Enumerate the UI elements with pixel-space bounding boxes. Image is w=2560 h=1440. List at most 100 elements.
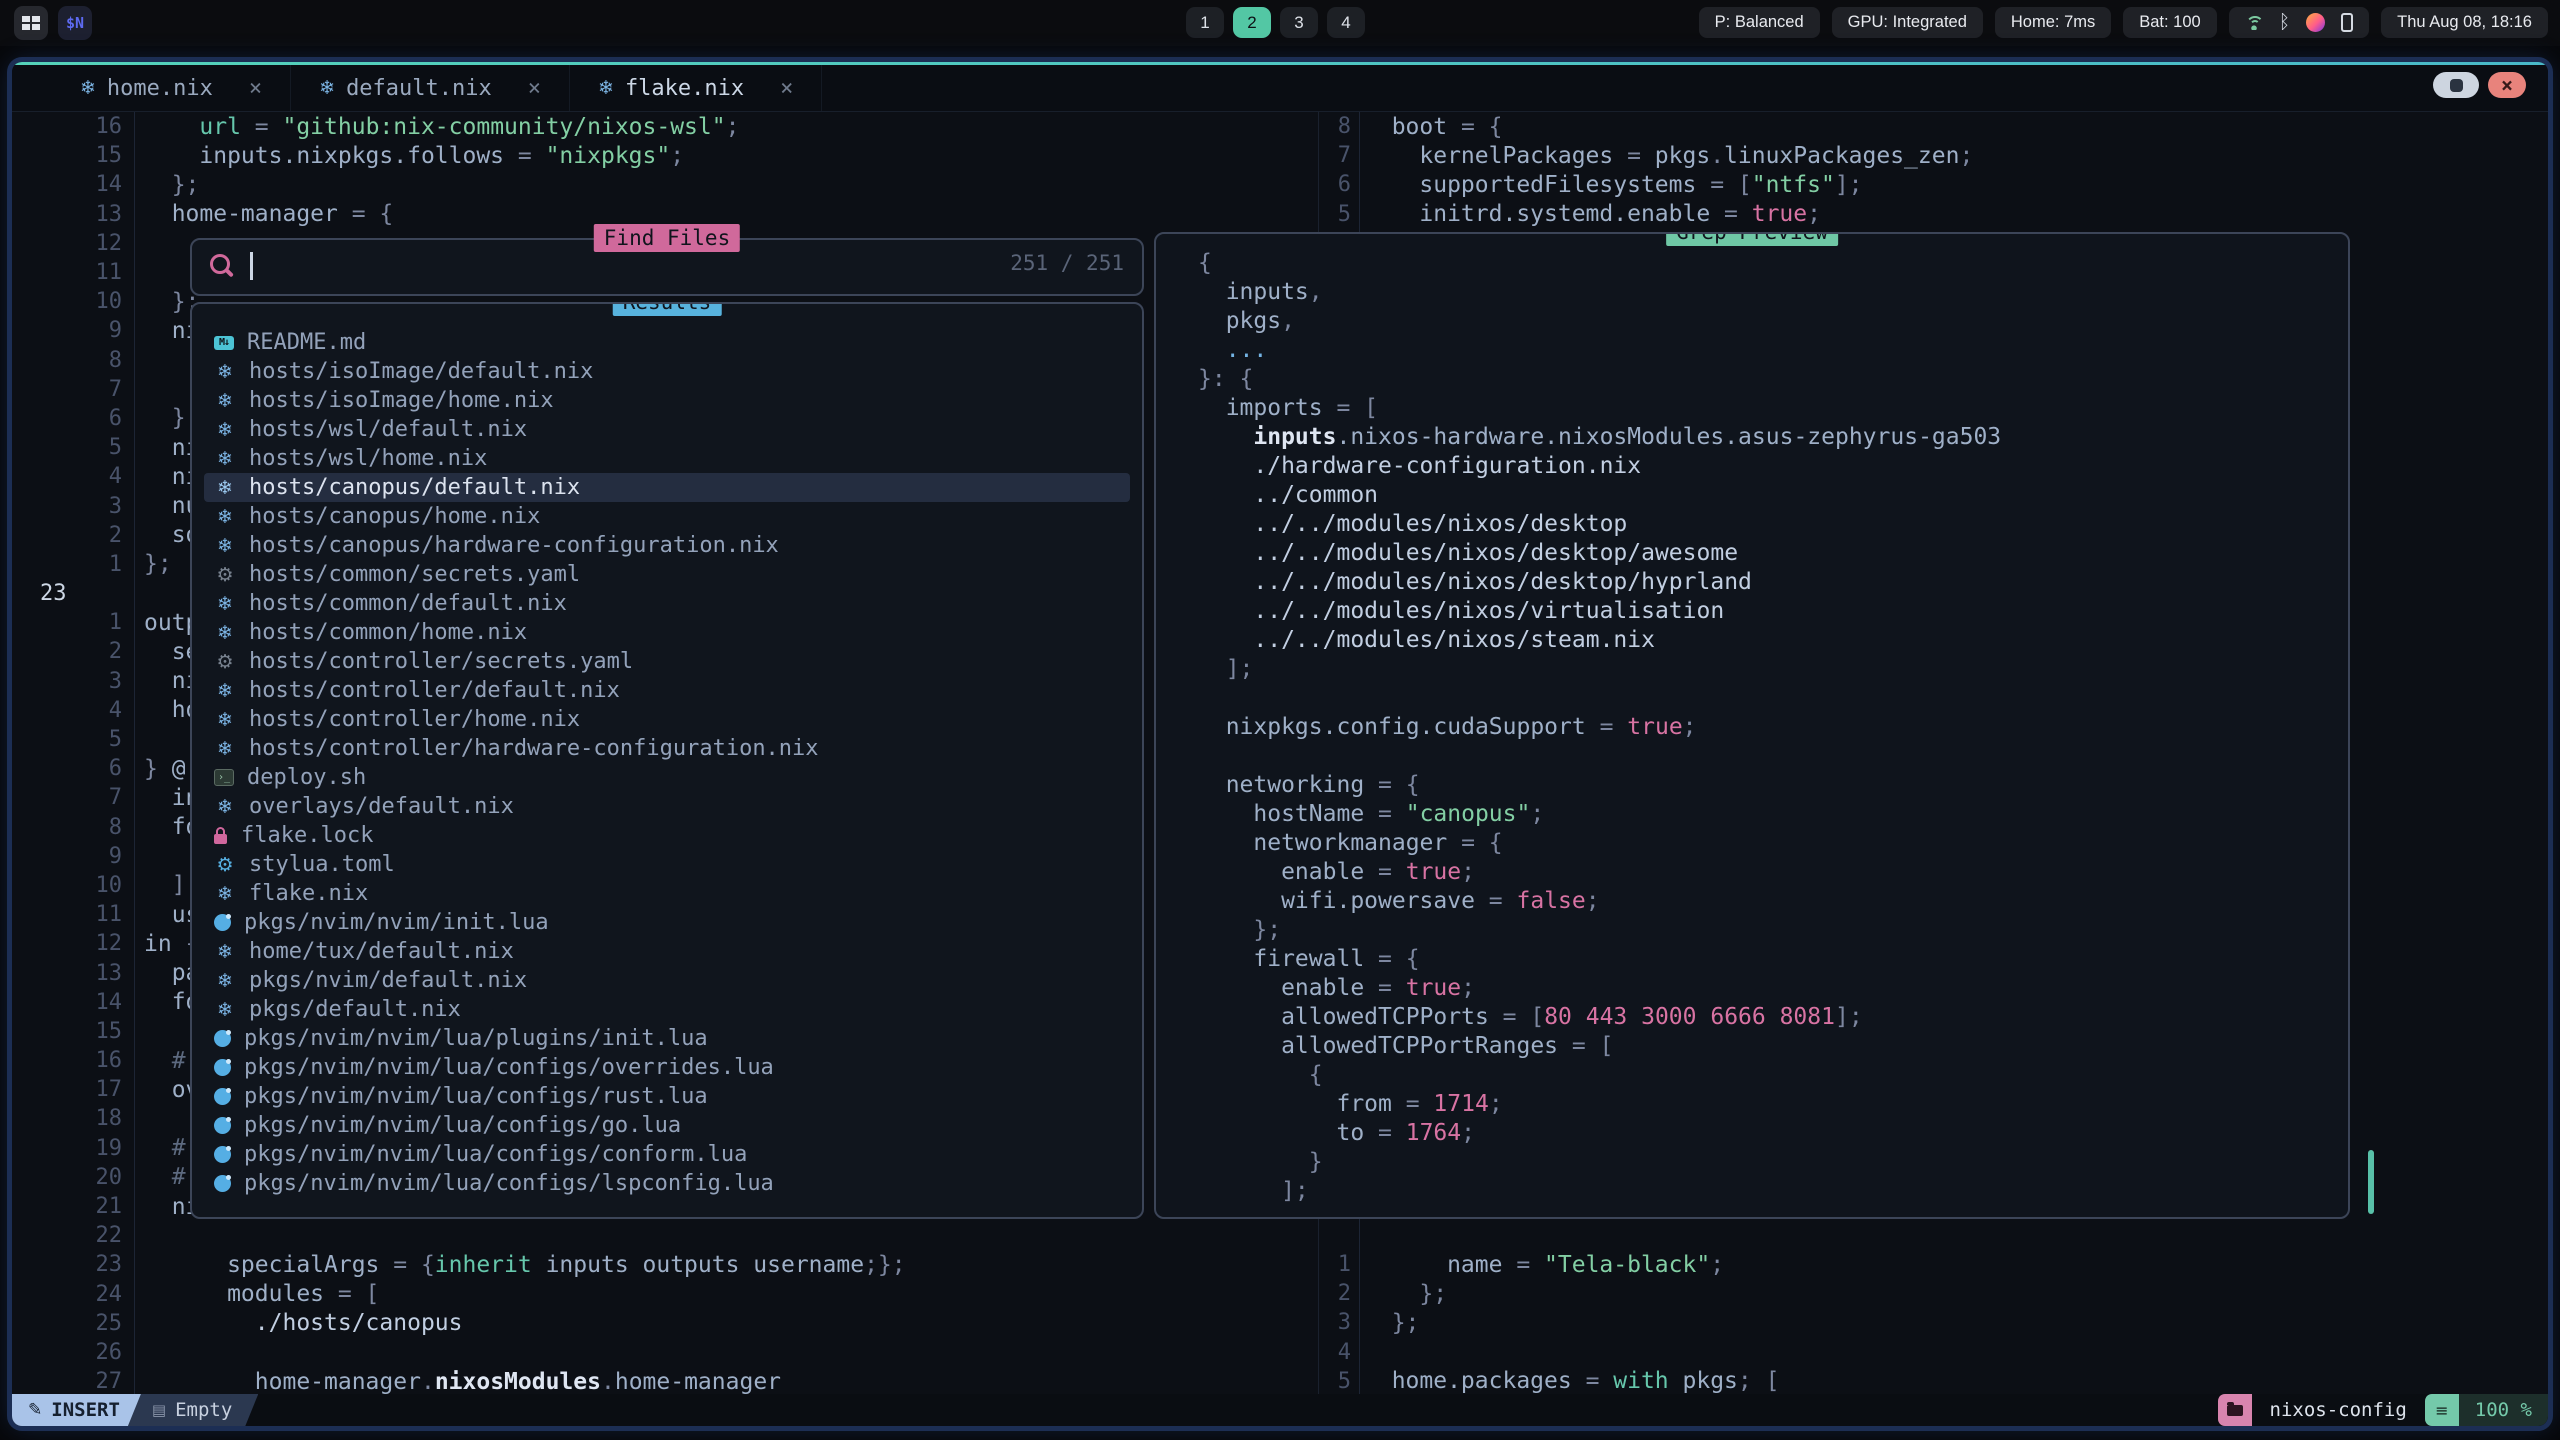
code-line: 24 modules = [	[12, 1280, 1318, 1309]
code-token: home-manager	[615, 1369, 781, 1394]
preview-scrollbar[interactable]	[2368, 1150, 2374, 1214]
find-files-prompt[interactable]: Find Files 251 / 251	[190, 238, 1144, 296]
workspace-button-1[interactable]: 1	[1186, 7, 1224, 38]
code-line: ...	[1176, 335, 2340, 364]
status-module[interactable]: Home: 7ms	[1995, 7, 2111, 38]
window-close-button[interactable]: ×	[2488, 72, 2526, 98]
code-token: ,	[1309, 279, 1323, 305]
line-number: 17	[40, 1077, 122, 1102]
line-number: 23	[40, 581, 122, 606]
code-text: wifi.powersave = false;	[1198, 888, 1600, 914]
result-row[interactable]: pkgs/nvim/nvim/lua/configs/overrides.lua	[204, 1053, 1130, 1082]
lua-file-icon	[214, 1175, 231, 1192]
result-row[interactable]: ⚙stylua.toml	[204, 850, 1130, 879]
tab-close-icon[interactable]: ×	[528, 76, 541, 101]
code-token: true	[1406, 975, 1461, 1001]
code-token: name	[1364, 1252, 1502, 1278]
tab-close-icon[interactable]: ×	[780, 76, 793, 101]
line-number: 4	[40, 464, 122, 489]
result-row[interactable]: ❄home/tux/default.nix	[204, 937, 1130, 966]
result-row[interactable]: ❄hosts/wsl/default.nix	[204, 415, 1130, 444]
workspace-switcher: 1234	[1186, 7, 1365, 38]
result-row[interactable]: ⚙hosts/controller/secrets.yaml	[204, 647, 1130, 676]
code-token: .	[421, 1369, 435, 1394]
pencil-icon: ✎	[28, 1400, 42, 1420]
code-token: };	[1364, 1310, 1419, 1336]
result-row[interactable]: ❄hosts/canopus/default.nix	[204, 473, 1130, 502]
launcher-button[interactable]	[14, 6, 48, 40]
result-row[interactable]: pkgs/nvim/nvim/lua/configs/go.lua	[204, 1111, 1130, 1140]
nix-file-icon: ❄	[214, 680, 236, 702]
code-line: 4	[1319, 1338, 2548, 1367]
line-number: 15	[40, 143, 122, 168]
code-line: };	[1176, 915, 2340, 944]
result-row[interactable]: ❄overlays/default.nix	[204, 792, 1130, 821]
code-line: ];	[1176, 1176, 2340, 1205]
code-text: }: {	[1198, 366, 1253, 392]
nix-logo-button[interactable]: $N	[58, 6, 92, 40]
wifi-icon[interactable]	[2245, 15, 2263, 30]
result-row[interactable]: ❄hosts/controller/default.nix	[204, 676, 1130, 705]
result-row[interactable]: ❄hosts/common/home.nix	[204, 618, 1130, 647]
status-module[interactable]: Bat: 100	[2123, 7, 2216, 38]
tab-flake.nix[interactable]: ❄flake.nix×	[570, 65, 822, 111]
result-row[interactable]: pkgs/nvim/nvim/lua/configs/lspconfig.lua	[204, 1169, 1130, 1198]
tab-bar: ❄home.nix×❄default.nix×❄flake.nix×	[12, 65, 2548, 112]
window-pin-button[interactable]	[2433, 72, 2479, 98]
find-files-results: Results M↓README.md❄hosts/isoImage/defau…	[190, 302, 1144, 1219]
nix-file-icon: ❄	[214, 390, 236, 412]
workspace-button-2[interactable]: 2	[1233, 7, 1271, 38]
result-row[interactable]: pkgs/nvim/nvim/init.lua	[204, 908, 1130, 937]
browser-icon[interactable]	[2306, 13, 2325, 32]
result-row[interactable]: ❄hosts/controller/home.nix	[204, 705, 1130, 734]
code-line: 5 initrd.systemd.enable = true;	[1319, 200, 2548, 229]
result-row[interactable]: ❄hosts/canopus/hardware-configuration.ni…	[204, 531, 1130, 560]
workspace-button-4[interactable]: 4	[1327, 7, 1365, 38]
code-text: inputs,	[1198, 279, 1323, 305]
tab-close-icon[interactable]: ×	[249, 76, 262, 101]
code-line: 2 };	[1319, 1279, 2548, 1308]
result-row[interactable]: ❄hosts/isoImage/home.nix	[204, 386, 1130, 415]
result-row[interactable]: ›_deploy.sh	[204, 763, 1130, 792]
result-row[interactable]: ❄hosts/canopus/home.nix	[204, 502, 1130, 531]
result-row[interactable]: pkgs/nvim/nvim/lua/configs/rust.lua	[204, 1082, 1130, 1111]
bluetooth-icon[interactable]: ᛒ	[2279, 15, 2290, 30]
clock[interactable]: Thu Aug 08, 18:16	[2381, 7, 2548, 38]
line-number: 10	[40, 289, 122, 314]
code-text: };	[144, 172, 199, 198]
line-number: 2	[40, 639, 122, 664]
result-label: hosts/common/secrets.yaml	[249, 562, 580, 587]
code-text: }	[1198, 1149, 1323, 1175]
workspace-button-3[interactable]: 3	[1280, 7, 1318, 38]
result-row[interactable]: ❄pkgs/default.nix	[204, 995, 1130, 1024]
result-row[interactable]: ❄hosts/isoImage/default.nix	[204, 357, 1130, 386]
result-row[interactable]: pkgs/nvim/nvim/lua/plugins/init.lua	[204, 1024, 1130, 1053]
result-row[interactable]: ⚙hosts/common/secrets.yaml	[204, 560, 1130, 589]
result-row[interactable]: ❄hosts/common/default.nix	[204, 589, 1130, 618]
result-row[interactable]: ❄pkgs/nvim/default.nix	[204, 966, 1130, 995]
result-row[interactable]: flake.lock	[204, 821, 1130, 850]
nix-file-icon: ❄	[214, 448, 236, 470]
result-label: hosts/controller/hardware-configuration.…	[249, 736, 819, 761]
lua-file-icon	[214, 1088, 231, 1105]
result-row[interactable]: ❄flake.nix	[204, 879, 1130, 908]
code-token: boot	[1364, 114, 1447, 140]
nix-file-icon: ❄	[214, 738, 236, 760]
nix-file-icon: ❄	[214, 709, 236, 731]
result-row[interactable]: ❄ hosts/controller/hardware-configuration…	[204, 734, 1130, 763]
status-module[interactable]: GPU: Integrated	[1832, 7, 1983, 38]
tab-home.nix[interactable]: ❄home.nix×	[52, 65, 291, 111]
line-number: 5	[40, 435, 122, 460]
status-module[interactable]: P: Balanced	[1699, 7, 1820, 38]
result-row[interactable]: pkgs/nvim/nvim/lua/configs/conform.lua	[204, 1140, 1130, 1169]
result-row[interactable]: M↓README.md	[204, 328, 1130, 357]
line-number: 20	[40, 1165, 122, 1190]
code-token: firewall	[1198, 946, 1364, 972]
lua-file-icon	[214, 1030, 231, 1047]
tab-default.nix[interactable]: ❄default.nix×	[291, 65, 570, 111]
code-line: 7 kernelPackages = pkgs.linuxPackages_ze…	[1319, 141, 2548, 170]
code-line: allowedTCPPortRanges = [	[1176, 1031, 2340, 1060]
result-row[interactable]: ❄hosts/wsl/home.nix	[204, 444, 1130, 473]
phone-icon[interactable]	[2341, 13, 2353, 32]
code-token: ;	[1586, 888, 1600, 914]
